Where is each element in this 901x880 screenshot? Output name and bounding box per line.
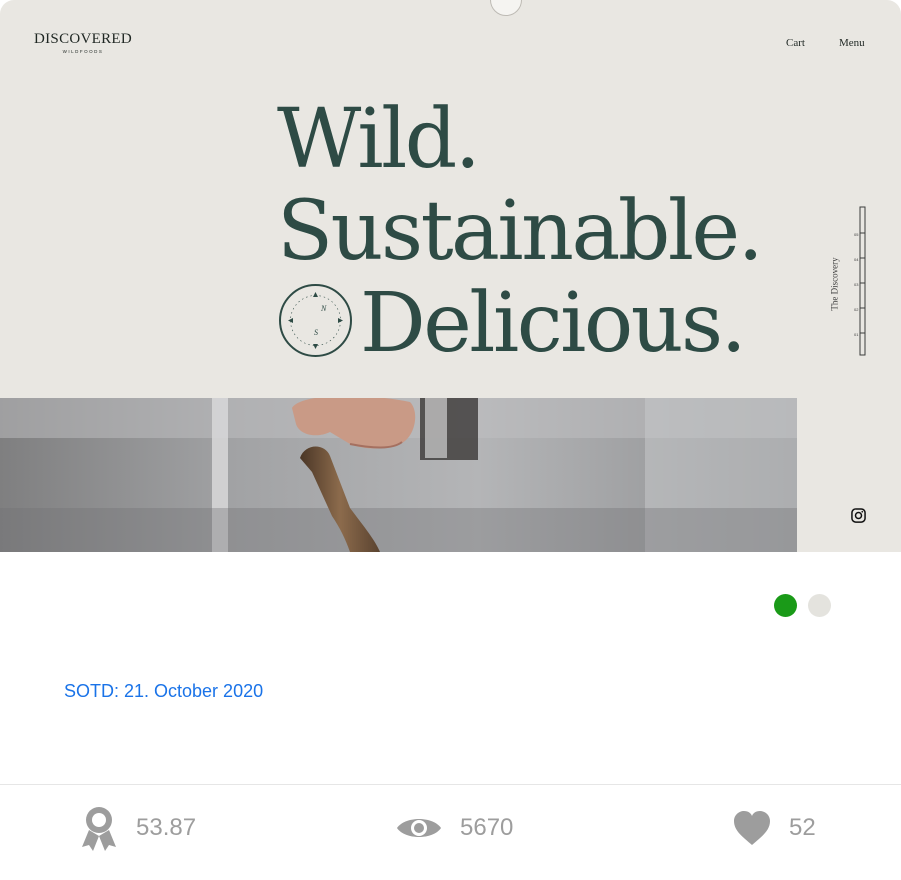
eye-icon [397,819,441,837]
ruler-mark-03: 03 [854,282,859,287]
instagram-icon[interactable] [851,508,866,523]
hero-photo [0,398,797,552]
compass-south-letter: S [314,328,318,337]
ruler-mark-04: 04 [854,257,859,262]
score-value: 53.87 [136,814,197,841]
nav-menu-link[interactable]: Menu [839,37,865,49]
views-value: 5670 [460,814,514,841]
award-ribbon-icon [82,807,116,851]
notch-circle [490,0,522,16]
headline-line-wild: Wild. [277,92,481,187]
ruler-mark-01: 01 [854,332,859,337]
site-screenshot-card: DISCOVERED WILDFOODS Cart Menu Wild. Sus… [0,0,901,552]
carousel-dot-2[interactable] [808,594,831,617]
compass-north-letter: N [320,304,327,313]
views-stat: 5670 [396,804,513,852]
headline-line-sustainable: Sustainable. [277,184,764,279]
nav-cart-link[interactable]: Cart [786,37,805,49]
ruler-mark-02: 02 [854,307,859,312]
sotd-award-link[interactable]: SOTD: 21. October 2020 [64,681,263,702]
logo-wordmark: DISCOVERED [34,31,133,47]
likes-stat: 52 [733,804,816,852]
carousel-dot-1-active[interactable] [774,594,797,617]
site-logo[interactable]: DISCOVERED WILDFOODS [34,31,132,54]
stats-divider [0,784,901,785]
heart-icon[interactable] [733,810,771,846]
likes-value: 52 [789,814,816,841]
scroll-ruler[interactable]: 05 04 03 02 01 [852,206,866,356]
compass-icon: N S [279,284,352,357]
score-stat: 53.87 [80,804,196,852]
side-label-text: The Discovery [829,257,840,311]
ruler-mark-05: 05 [854,232,859,237]
logo-subtitle: WILDFOODS [62,49,104,54]
